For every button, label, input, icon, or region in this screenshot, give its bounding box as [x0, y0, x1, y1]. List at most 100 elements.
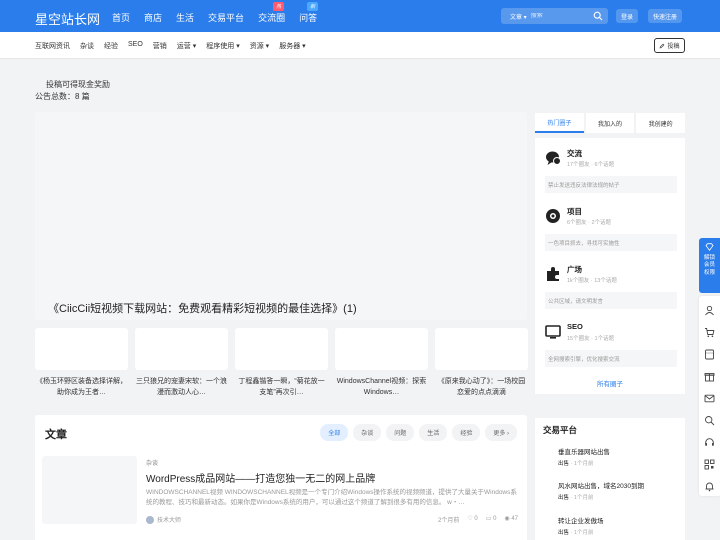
- cart-icon[interactable]: [704, 327, 715, 338]
- article-author[interactable]: 技术大师: [146, 515, 181, 524]
- vip-promo-button[interactable]: 解锁 会员 权限: [699, 238, 720, 293]
- monitor-icon: [545, 325, 561, 339]
- category-item[interactable]: 杂谈: [80, 41, 94, 51]
- thumb-image: [35, 328, 128, 370]
- thumb-caption: WindowsChannel视频：探索Windows…: [336, 378, 427, 396]
- nav-item-qa-label: 问答: [299, 13, 318, 23]
- user-icon[interactable]: [704, 305, 715, 316]
- pencil-icon: [660, 43, 665, 48]
- mail-icon[interactable]: [704, 393, 715, 404]
- category-item[interactable]: 运营 ▾: [177, 41, 196, 51]
- tab-joined-circles[interactable]: 我加入的: [585, 113, 635, 133]
- thumb-image: [335, 328, 428, 370]
- category-item[interactable]: 资源 ▾: [250, 41, 269, 51]
- nav-item-life[interactable]: 生活: [176, 11, 194, 24]
- gift-icon[interactable]: [704, 371, 715, 382]
- category-item[interactable]: 互联网资讯: [35, 41, 70, 51]
- nav-item-shop[interactable]: 商店: [144, 11, 162, 24]
- thumb-image: [235, 328, 328, 370]
- trade-widget: 交易平台 垂直乐器网站出售 出售 · 1个月前 风水网站出售，域名2030到期 …: [535, 418, 685, 540]
- notice-text[interactable]: 投稿可得现金奖励: [46, 79, 110, 90]
- thumb-card[interactable]: 三只狼兄的宠妻宋软：一个浪漫而激动人心…: [135, 328, 228, 400]
- tab-all[interactable]: 全部: [320, 424, 349, 441]
- article-title[interactable]: WordPress成品网站——打造您独一无二的网上品牌: [146, 470, 375, 485]
- trade-item-status: 出售: [558, 530, 570, 536]
- thumb-card[interactable]: 《杨玉环野区装备选择详解，助你成为王者…: [35, 328, 128, 400]
- circle-tabs: 热门圈子 我加入的 我创建的: [535, 113, 686, 133]
- category-item[interactable]: 营销: [153, 41, 167, 51]
- thumb-image: [135, 328, 228, 370]
- search-input[interactable]: [530, 13, 586, 19]
- search-icon[interactable]: [704, 415, 715, 426]
- bell-icon[interactable]: [704, 481, 715, 492]
- trade-item[interactable]: 转让企业发傲场 出售 · 1个月前: [558, 515, 678, 536]
- tab-questions[interactable]: 问题: [386, 424, 415, 441]
- category-nav: 互联网资讯 杂谈 经验 SEO 营销 运营 ▾ 程序使用 ▾ 资源 ▾ 服务器 …: [0, 32, 720, 59]
- nav-item-trade[interactable]: 交易平台: [208, 11, 244, 24]
- trade-item-meta: 出售 · 1个月前: [558, 495, 594, 501]
- likes-count: ♡ 0: [467, 516, 478, 522]
- circle-meta: 17个圈友 · 6个话题: [567, 162, 615, 168]
- trade-item-status: 出售: [558, 495, 570, 501]
- trade-item-title: 垂直乐器网站出售: [558, 449, 610, 456]
- tab-life[interactable]: 生活: [419, 424, 448, 441]
- author-name: 技术大师: [157, 518, 182, 524]
- featured-banner[interactable]: 《CiicCii短视频下载网站：免费观看精彩短视频的最佳选择》(1): [35, 112, 527, 320]
- trade-item-time: 1个月前: [573, 530, 594, 536]
- diamond-icon: [705, 243, 714, 251]
- post-button[interactable]: 投稿: [654, 38, 685, 53]
- trade-item[interactable]: 垂直乐器网站出售 出售 · 1个月前: [558, 446, 678, 467]
- category-item[interactable]: SEO: [128, 41, 143, 51]
- avatar: [146, 515, 154, 524]
- search-icon[interactable]: [593, 11, 603, 21]
- nav-item-circle[interactable]: 交流圈 热: [258, 2, 286, 24]
- tab-more[interactable]: 更多 ›: [485, 424, 517, 441]
- article-item[interactable]: 杂谈 WordPress成品网站——打造您独一无二的网上品牌 WINDOWSCH…: [42, 456, 520, 531]
- trade-item-status: 出售: [558, 461, 570, 467]
- chat-bubble-icon: [546, 151, 561, 165]
- notice-count: 公告总数：8 篇: [35, 92, 90, 101]
- tab-created-circles[interactable]: 我创建的: [636, 113, 686, 133]
- trade-item[interactable]: 风水网站出售，域名2030到期 出售 · 1个月前: [558, 480, 678, 501]
- headset-icon[interactable]: [704, 437, 715, 448]
- qrcode-icon[interactable]: [704, 459, 715, 470]
- article-category[interactable]: 杂谈: [146, 458, 158, 467]
- articles-title: 文章: [45, 429, 67, 441]
- register-button[interactable]: 快速注册: [648, 9, 683, 23]
- banner-title[interactable]: 《CiicCii短视频下载网站：免费观看精彩短视频的最佳选择》(1): [48, 300, 357, 316]
- circle-desc: 全网搜索引擎，优化搜索交流: [545, 350, 677, 367]
- comments-value: 0: [493, 516, 497, 522]
- articles-tabs: 全部 杂谈 问题 生活 经验 更多 ›: [320, 424, 517, 441]
- circles-widget: 交流 17个圈友 · 6个话题 禁止发送违反法律法规的帖子 项目 6个圈友 · …: [535, 138, 685, 394]
- tab-hot-circles[interactable]: 热门圈子: [535, 113, 584, 133]
- article-thumbnail[interactable]: [42, 456, 137, 524]
- nav-item-home[interactable]: 首页: [112, 11, 130, 24]
- thumb-caption: 《杨玉环野区装备选择详解，助你成为王者…: [36, 378, 127, 396]
- category-item[interactable]: 程序使用 ▾: [206, 41, 239, 51]
- category-item[interactable]: 经验: [104, 41, 118, 51]
- floating-toolbar: [699, 296, 720, 496]
- search-type-select[interactable]: 文章 ▾: [501, 12, 531, 21]
- trade-title: 交易平台: [543, 425, 578, 435]
- login-button[interactable]: 登录: [616, 9, 639, 23]
- nav-item-qa[interactable]: 问答 新: [299, 2, 319, 24]
- top-navbar: 星空站长网 首页 商店 生活 交易平台 交流圈 热 问答 新 文章 ▾ 登录 快速注…: [0, 0, 720, 32]
- category-item[interactable]: 服务器 ▾: [279, 41, 305, 51]
- target-icon: [546, 209, 560, 223]
- views-count: ◉ 47: [504, 516, 518, 522]
- ticket-icon[interactable]: [704, 349, 715, 360]
- site-logo[interactable]: 星空站长网: [35, 9, 100, 28]
- tab-misc[interactable]: 杂谈: [353, 424, 382, 441]
- thumb-card[interactable]: WindowsChannel视频：探索Windows…: [335, 328, 428, 400]
- circle-name: 交流: [567, 149, 582, 158]
- search-box: 文章 ▾: [501, 8, 608, 24]
- circle-meta: 6个圈友 · 2个话题: [567, 220, 612, 226]
- tab-experience[interactable]: 经验: [452, 424, 481, 441]
- thumb-card[interactable]: 《原来我心动了》：一场校园恋爱的点点滴滴: [435, 328, 528, 400]
- thumb-card[interactable]: 丁程鑫锴答一瞬，“菊花放一支笔”再次引…: [235, 328, 328, 400]
- nav-item-circle-label: 交流圈: [258, 13, 286, 23]
- circle-name: SEO: [567, 322, 583, 331]
- all-circles-link[interactable]: 所有圈子: [535, 378, 685, 388]
- articles-section: 文章 全部 杂谈 问题 生活 经验 更多 › 杂谈 WordPress成品网站—…: [35, 415, 527, 540]
- comments-count: ▭ 0: [485, 516, 497, 522]
